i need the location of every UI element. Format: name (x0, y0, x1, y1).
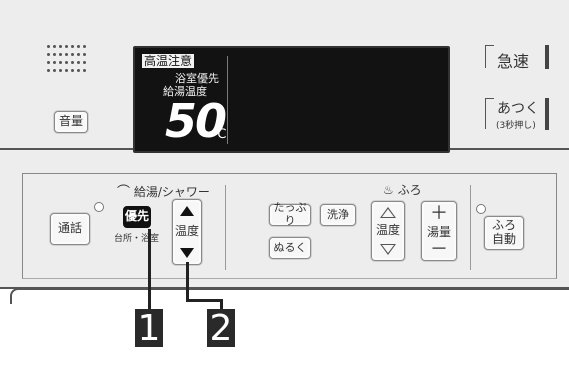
priority-button[interactable]: 優先 (123, 206, 151, 228)
display-divider (227, 56, 228, 144)
speaker-grille-icon (47, 45, 87, 75)
volume-button[interactable]: 音量 (54, 111, 88, 133)
hotter-button-sublabel: (3秒押し) (496, 121, 536, 131)
shower-icon: ⌒ (117, 185, 131, 200)
plus-icon: ＋ (430, 203, 448, 224)
supply-section-label: 給湯/シャワー (133, 185, 210, 199)
supply-temp-label: 温度 (174, 224, 199, 239)
callout-1-leader (148, 229, 151, 309)
callout-2-marker: 2 (207, 308, 235, 349)
temp-up-icon (180, 206, 194, 216)
bath-auto-indicator-lamp (476, 204, 486, 214)
bath-temperature-button[interactable]: 温度 (371, 201, 405, 261)
bath-icon: ♨ (383, 183, 394, 197)
wash-button-label: 洗浄 (327, 207, 349, 221)
temp-down-icon (180, 247, 194, 258)
call-button[interactable]: 通話 (50, 213, 90, 245)
bath-auto-label-1: ふろ (491, 218, 516, 233)
quick-button-frame (485, 45, 494, 68)
wash-button[interactable]: 洗浄 (320, 204, 356, 226)
hotter-button-label: あつく (497, 101, 539, 117)
temperature-display: 高温注意 浴室優先 給湯温度 50 ℃ (133, 46, 450, 153)
hotter-button-bar (545, 98, 549, 130)
call-button-label: 通話 (57, 221, 82, 236)
bath-section-title: ♨ ふろ (383, 181, 422, 198)
supply-section-title: ⌒ 給湯/シャワー (117, 181, 210, 200)
minus-icon: － (430, 238, 448, 260)
priority-button-label: 優先 (124, 209, 149, 224)
plenty-button-label: たっぷり (273, 201, 307, 227)
quick-button[interactable]: 急速 (485, 45, 553, 71)
lukewarm-button[interactable]: ぬるく (269, 237, 311, 259)
callout-2-leader-vertical (186, 262, 189, 301)
section-divider-left (225, 185, 226, 270)
lukewarm-button-label: ぬるく (273, 240, 307, 254)
hotter-button-frame (485, 98, 494, 129)
bath-volume-label: 湯量 (426, 225, 451, 240)
bath-temp-down-icon (380, 243, 396, 255)
bath-temp-up-icon (380, 207, 396, 218)
quick-button-label: 急速 (497, 52, 530, 71)
call-indicator-lamp (94, 202, 104, 212)
callout-1-marker: 1 (135, 308, 163, 349)
bath-auto-label-2: 自動 (491, 232, 516, 246)
lower-panel-edge (10, 288, 569, 304)
section-divider-right (470, 185, 471, 270)
supply-temperature-button[interactable]: 温度 (172, 199, 202, 265)
bath-section-label: ふろ (397, 183, 422, 197)
quick-button-bar (545, 45, 549, 69)
plenty-button[interactable]: たっぷり (269, 201, 311, 227)
display-temperature-unit: ℃ (212, 127, 227, 142)
display-bath-priority: 浴室優先 (175, 72, 219, 85)
hotter-button[interactable]: あつく (3秒押し) (485, 98, 553, 132)
high-temp-warning: 高温注意 (142, 54, 195, 68)
bath-volume-button[interactable]: ＋ 湯量 － (421, 201, 457, 261)
priority-sub-label: 台所・浴室 (114, 234, 160, 244)
volume-button-label: 音量 (58, 114, 83, 129)
bath-temp-label: 温度 (375, 223, 400, 238)
callout-2-leader-horizontal (186, 299, 223, 302)
bath-auto-button[interactable]: ふろ 自動 (484, 216, 524, 250)
